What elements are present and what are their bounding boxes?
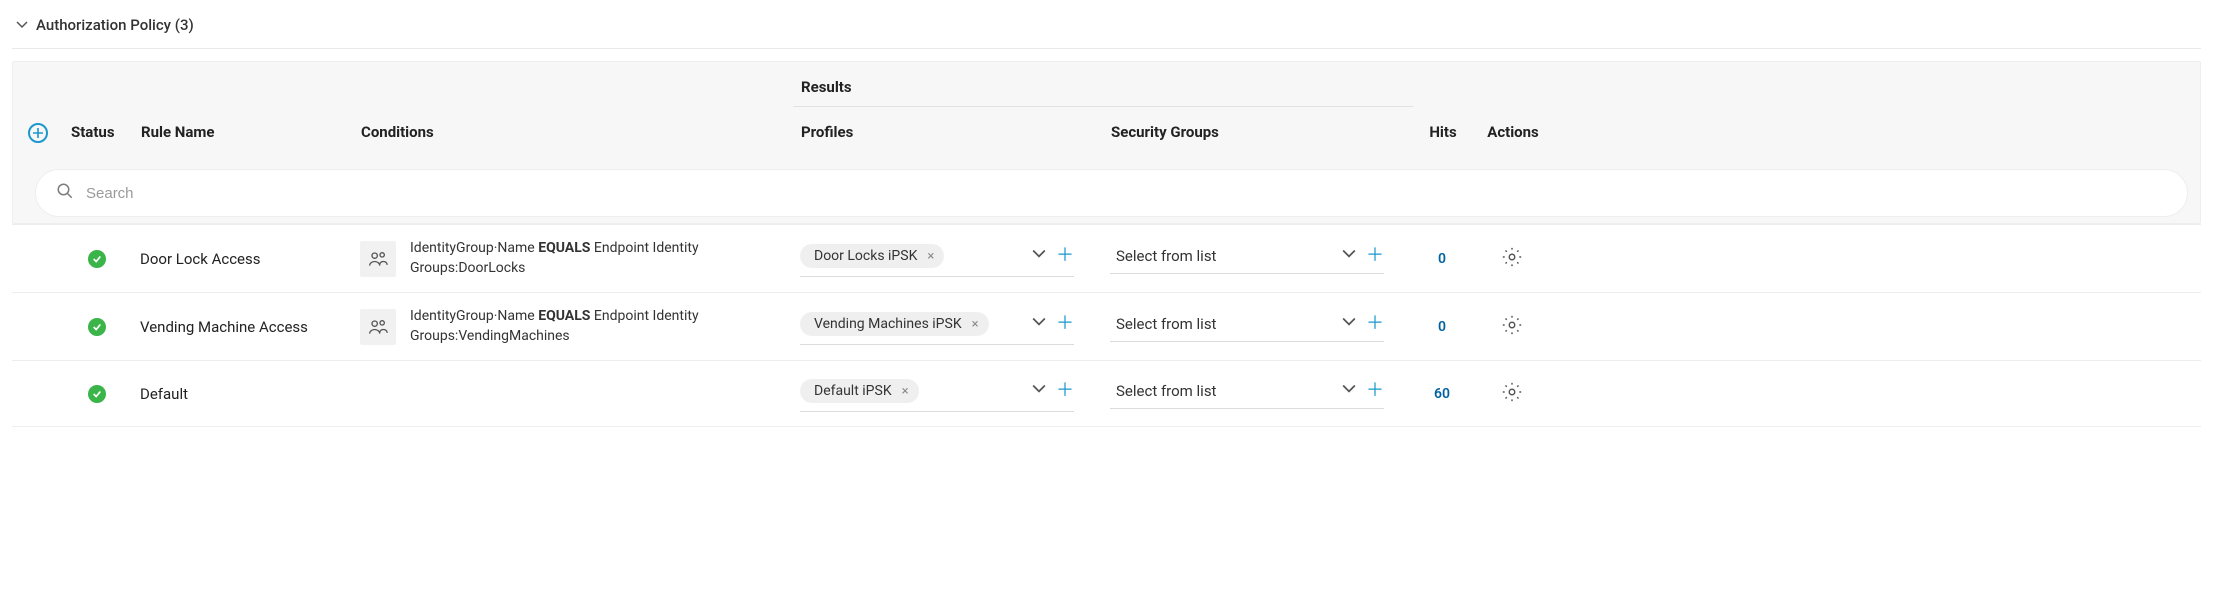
status-ok-icon <box>88 318 106 336</box>
chevron-down-icon[interactable] <box>1032 315 1046 333</box>
remove-chip-icon[interactable]: × <box>902 385 909 398</box>
remove-chip-icon[interactable]: × <box>927 250 934 263</box>
hits-value[interactable]: 0 <box>1412 315 1472 339</box>
header-conditions: Conditions <box>353 113 793 159</box>
add-security-group-icon[interactable]: ＋ <box>1366 382 1384 400</box>
search-bar[interactable] <box>35 169 2188 217</box>
status-ok-icon <box>88 250 106 268</box>
condition: IdentityGroup·Name EQUALS Endpoint Ident… <box>360 307 784 346</box>
add-profile-icon[interactable]: ＋ <box>1056 315 1074 333</box>
search-input[interactable] <box>84 184 2167 203</box>
rule-name: Vending Machine Access <box>132 314 352 340</box>
add-rule-button[interactable] <box>28 123 48 143</box>
gear-icon[interactable] <box>1501 246 1523 272</box>
header-security-groups: Security Groups <box>1103 113 1413 159</box>
add-profile-icon[interactable]: ＋ <box>1056 382 1074 400</box>
header-hits: Hits <box>1413 113 1473 159</box>
profile-chip[interactable]: Vending Machines iPSK × <box>800 312 989 336</box>
table-header: Results Status Rule Name Conditions Prof… <box>12 61 2201 224</box>
chevron-down-icon[interactable] <box>1342 382 1356 400</box>
section-header[interactable]: Authorization Policy (3) <box>12 10 2201 49</box>
table-row: Vending Machine Access IdentityGroup·Nam… <box>12 292 2201 360</box>
add-security-group-icon[interactable]: ＋ <box>1366 247 1384 265</box>
header-profiles: Profiles <box>793 113 1103 159</box>
rule-name: Default <box>132 381 352 407</box>
security-group-placeholder: Select from list <box>1110 382 1216 400</box>
condition: IdentityGroup·Name EQUALS Endpoint Ident… <box>360 239 784 278</box>
security-group-placeholder: Select from list <box>1110 247 1216 265</box>
chevron-down-icon <box>16 19 28 31</box>
security-groups-select[interactable]: Select from list ＋ <box>1110 378 1384 409</box>
profile-chip[interactable]: Door Locks iPSK × <box>800 244 944 268</box>
section-title: Authorization Policy (3) <box>36 16 194 34</box>
profile-chip[interactable]: Default iPSK × <box>800 379 919 403</box>
header-status: Status <box>63 113 133 159</box>
policy-table: Results Status Rule Name Conditions Prof… <box>12 61 2201 427</box>
security-group-placeholder: Select from list <box>1110 315 1216 333</box>
remove-chip-icon[interactable]: × <box>972 318 979 331</box>
rule-name: Door Lock Access <box>132 246 352 272</box>
add-profile-icon[interactable]: ＋ <box>1056 247 1074 265</box>
table-row: Default Default iPSK × ＋ <box>12 360 2201 427</box>
identity-group-icon <box>360 309 396 345</box>
table-row: Door Lock Access IdentityGroup·Name EQUA… <box>12 224 2201 292</box>
hits-value[interactable]: 60 <box>1412 382 1472 406</box>
add-security-group-icon[interactable]: ＋ <box>1366 315 1384 333</box>
chevron-down-icon[interactable] <box>1032 247 1046 265</box>
gear-icon[interactable] <box>1501 381 1523 407</box>
status-ok-icon <box>88 385 106 403</box>
chevron-down-icon[interactable] <box>1032 382 1046 400</box>
header-results: Results <box>793 62 1413 107</box>
identity-group-icon <box>360 241 396 277</box>
security-groups-select[interactable]: Select from list ＋ <box>1110 311 1384 342</box>
profiles-select[interactable]: Default iPSK × ＋ <box>800 375 1074 412</box>
chevron-down-icon[interactable] <box>1342 247 1356 265</box>
gear-icon[interactable] <box>1501 314 1523 340</box>
search-icon <box>56 182 74 204</box>
profiles-select[interactable]: Door Locks iPSK × ＋ <box>800 240 1074 277</box>
header-rule-name: Rule Name <box>133 113 353 159</box>
chevron-down-icon[interactable] <box>1342 315 1356 333</box>
profiles-select[interactable]: Vending Machines iPSK × ＋ <box>800 308 1074 345</box>
security-groups-select[interactable]: Select from list ＋ <box>1110 243 1384 274</box>
header-add-column <box>13 113 63 159</box>
hits-value[interactable]: 0 <box>1412 247 1472 271</box>
header-actions: Actions <box>1473 113 1553 159</box>
